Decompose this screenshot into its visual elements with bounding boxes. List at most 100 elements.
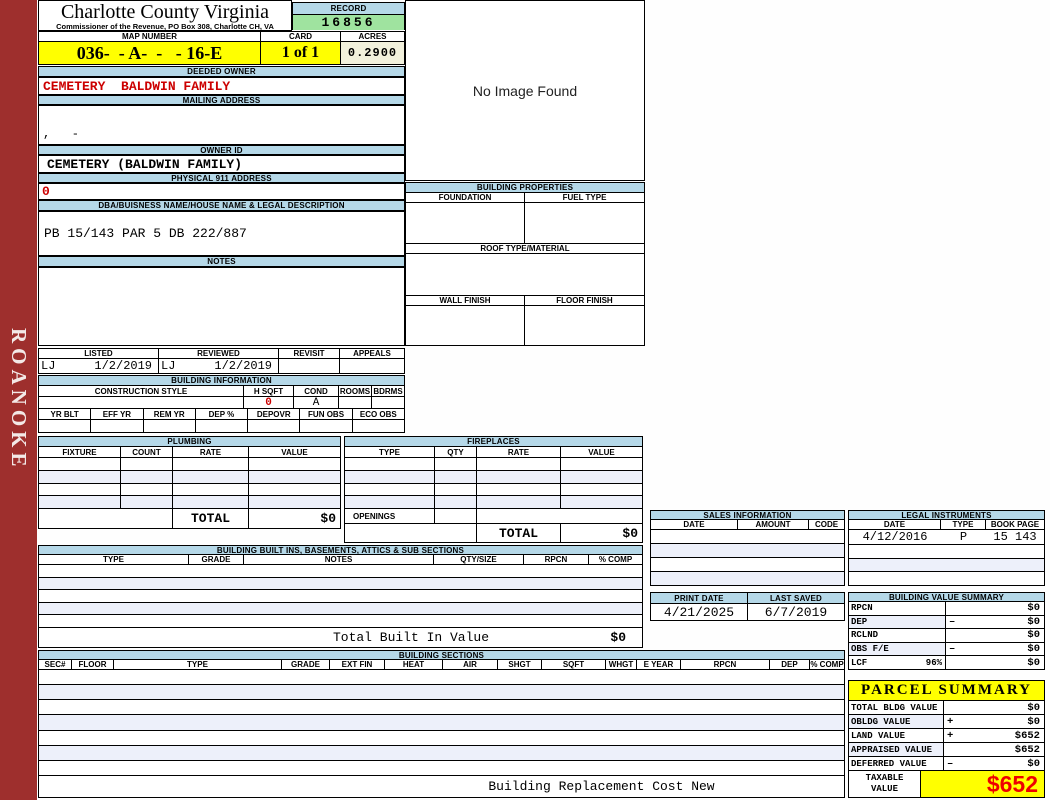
card-value[interactable]: 1 of 1 — [261, 42, 341, 64]
parcel-summary-row: TOTAL BLDG VALUE $0 — [849, 701, 1044, 715]
rooms-value[interactable] — [339, 397, 372, 408]
roof-type-value[interactable] — [406, 254, 644, 295]
ps-value: $652 — [1014, 743, 1040, 756]
app-sidebar: ROANOKE — [0, 0, 37, 800]
listed-value[interactable]: LJ 1/2/2019 — [39, 359, 159, 373]
foundation-value[interactable] — [406, 203, 525, 243]
sales-code-header: CODE — [809, 520, 844, 529]
depovr-header: DEPOVR — [248, 409, 301, 419]
wall-finish-value[interactable] — [406, 306, 525, 345]
building-sections-header: BUILDING SECTIONS — [39, 651, 844, 660]
construction-style-value[interactable] — [39, 397, 244, 408]
owner-id-value[interactable]: CEMETERY (BALDWIN FAMILY) — [38, 155, 405, 173]
appeals-value[interactable] — [340, 359, 404, 373]
record-box: RECORD 16856 — [292, 2, 405, 30]
plumbing-row — [39, 483, 340, 497]
building-sections-table: BUILDING SECTIONS SEC# FLOOR TYPE GRADE … — [38, 650, 845, 798]
remyr-header: REM YR — [143, 409, 196, 419]
value-summary-row: OBS F/E – $0 — [849, 642, 1044, 657]
physical-911-value[interactable]: 0 — [38, 183, 405, 200]
plumbing-table: PLUMBING FIXTURE COUNT RATE VALUE TOTAL … — [38, 436, 341, 529]
map-card-acres-table: MAP NUMBER CARD ACRES 036- - A- - - 16-E… — [38, 31, 405, 65]
record-value[interactable]: 16856 — [293, 15, 404, 30]
mailing-address-value[interactable]: , - — [38, 105, 405, 145]
sales-row — [651, 530, 844, 544]
hsqft-value[interactable]: 0 — [244, 397, 294, 408]
ps-value: $0 — [1027, 701, 1040, 714]
plumbing-row — [39, 496, 340, 509]
building-section-row — [39, 745, 844, 761]
map-number-label: MAP NUMBER — [39, 32, 261, 41]
ps-label: LAND VALUE — [851, 730, 906, 741]
ecoobs-value[interactable] — [353, 420, 404, 432]
value-summary-header: BUILDING VALUE SUMMARY — [849, 593, 1044, 602]
fireplace-row — [345, 496, 642, 509]
remyr-value[interactable] — [144, 420, 196, 432]
plumbing-row — [39, 470, 340, 484]
bs-whgt-header: WHGT — [606, 660, 637, 669]
openings-value[interactable] — [435, 509, 477, 523]
building-section-row — [39, 700, 844, 716]
fuel-type-value[interactable] — [525, 203, 644, 243]
legal-date-header: DATE — [849, 520, 941, 529]
legal-table: LEGAL INSTRUMENTS DATE TYPE BOOK PAGE 4/… — [848, 510, 1045, 586]
vs-value: $0 — [1027, 615, 1040, 628]
ps-value: $0 — [1027, 715, 1040, 728]
legal-row: 4/12/2016 P 15 143 — [849, 530, 1044, 545]
bs-eyear-header: E YEAR — [637, 660, 681, 669]
plumbing-total-label: TOTAL — [173, 509, 249, 528]
ps-op: + — [947, 729, 954, 742]
built-ins-row — [39, 565, 642, 578]
foundation-header: FOUNDATION — [406, 193, 525, 202]
effyr-value[interactable] — [91, 420, 144, 432]
listed-header: LISTED — [39, 349, 159, 358]
vs-pct: 96% — [925, 657, 942, 668]
building-info-header: BUILDING INFORMATION — [39, 376, 404, 386]
cond-value[interactable]: A — [294, 397, 339, 408]
dba-legal-value[interactable]: PB 15/143 PAR 5 DB 222/887 — [38, 211, 405, 256]
bi-qtysize-header: QTY/SIZE — [434, 555, 524, 564]
construction-style-header: CONSTRUCTION STYLE — [39, 386, 244, 396]
value-summary-row: DEP – $0 — [849, 615, 1044, 630]
legal-row — [849, 558, 1044, 573]
acres-value[interactable]: 0.2900 — [341, 42, 404, 64]
notes-header: NOTES — [38, 256, 405, 267]
map-number-value[interactable]: 036- - A- - - 16-E — [39, 42, 261, 64]
ps-op: – — [947, 757, 954, 770]
revisit-value[interactable] — [279, 359, 340, 373]
legal-bookpage-value[interactable]: 15 143 — [986, 530, 1044, 544]
bdrms-value[interactable] — [372, 397, 404, 408]
vs-value: $0 — [1027, 643, 1040, 656]
mailing-address-header: MAILING ADDRESS — [38, 95, 405, 105]
floor-finish-value[interactable] — [525, 306, 644, 345]
bi-grade-header: GRADE — [189, 555, 244, 564]
bs-sqft-header: SQFT — [542, 660, 606, 669]
county-title: Charlotte County Virginia — [60, 1, 270, 23]
effyr-header: EFF YR — [91, 409, 144, 419]
fireplaces-total-value: $0 — [622, 525, 638, 541]
building-properties-table: BUILDING PROPERTIES FOUNDATION FUEL TYPE… — [405, 182, 645, 346]
depovr-value[interactable] — [248, 420, 301, 432]
built-ins-table: BUILDING BUILT INS, BASEMENTS, ATTICS & … — [38, 545, 643, 648]
reviewed-header: REVIEWED — [159, 349, 279, 358]
print-date-header: PRINT DATE — [651, 593, 748, 603]
sales-header: SALES INFORMATION — [651, 511, 844, 520]
reviewed-value[interactable]: LJ 1/2/2019 — [159, 359, 279, 373]
yrblt-header: YR BLT — [39, 409, 92, 419]
legal-date-value[interactable]: 4/12/2016 — [849, 530, 941, 544]
notes-area[interactable] — [38, 267, 405, 346]
yrblt-value[interactable] — [39, 420, 92, 432]
plumbing-total-value: $0 — [320, 511, 336, 526]
dep-pct-value[interactable] — [196, 420, 249, 432]
rooms-header: ROOMS — [339, 386, 372, 396]
legal-header: LEGAL INSTRUMENTS — [849, 511, 1044, 520]
fireplaces-table: FIREPLACES TYPE QTY RATE VALUE OPENINGS … — [344, 436, 643, 543]
funobs-value[interactable] — [300, 420, 353, 432]
legal-type-value[interactable]: P — [941, 530, 986, 544]
print-saved-table: PRINT DATE LAST SAVED 4/21/2025 6/7/2019 — [650, 592, 845, 621]
bs-type-header: TYPE — [114, 660, 282, 669]
deeded-owner-value[interactable]: CEMETERY BALDWIN FAMILY — [38, 77, 405, 95]
built-ins-row — [39, 577, 642, 591]
building-section-row — [39, 715, 844, 731]
fp-value-header: VALUE — [561, 447, 642, 457]
